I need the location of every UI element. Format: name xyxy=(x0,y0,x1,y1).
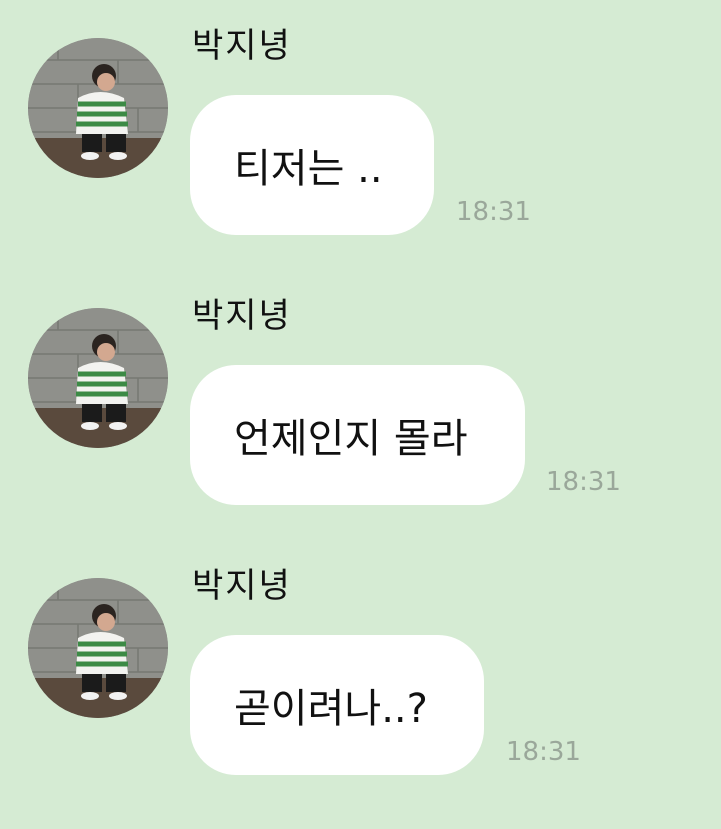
sender-name: 박지녕 xyxy=(192,26,292,66)
chat-message: 박지녕 티저는 .. 18:31 xyxy=(0,0,721,250)
message-bubble[interactable]: 티저는 .. xyxy=(190,95,434,235)
sender-name: 박지녕 xyxy=(192,566,292,606)
profile-photo-icon[interactable] xyxy=(28,578,168,718)
message-timestamp: 18:31 xyxy=(506,737,581,767)
chat-message: 박지녕 곧이려나..? 18:31 xyxy=(0,540,721,790)
chat-message: 박지녕 언제인지 몰라 18:31 xyxy=(0,270,721,520)
profile-photo-icon[interactable] xyxy=(28,308,168,448)
profile-photo-icon[interactable] xyxy=(28,38,168,178)
message-bubble[interactable]: 곧이려나..? xyxy=(190,635,484,775)
message-timestamp: 18:31 xyxy=(546,467,621,497)
sender-name: 박지녕 xyxy=(192,296,292,336)
message-bubble[interactable]: 언제인지 몰라 xyxy=(190,365,525,505)
message-timestamp: 18:31 xyxy=(456,197,531,227)
